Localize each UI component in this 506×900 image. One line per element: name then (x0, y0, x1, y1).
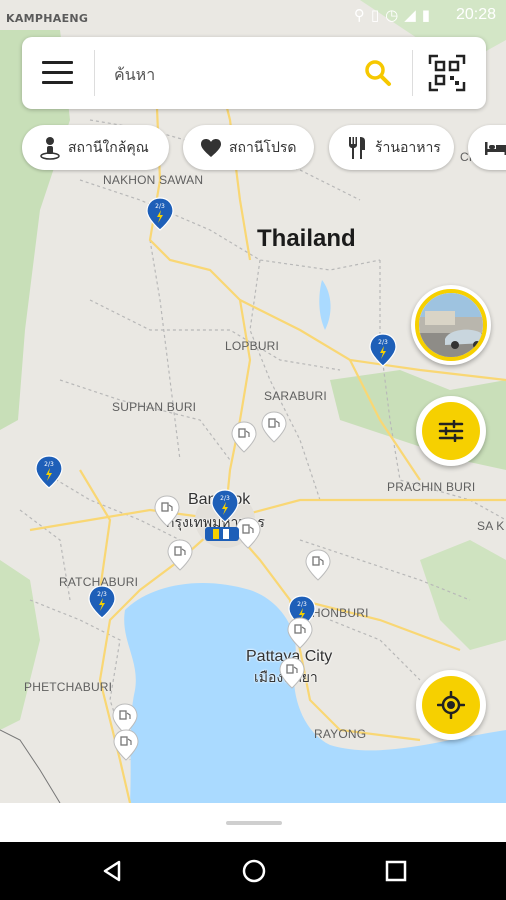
menu-icon-line (42, 81, 73, 84)
chip-favorite-stations[interactable]: สถานีโปรด (183, 125, 314, 170)
station-cluster[interactable] (205, 527, 239, 541)
station-photo-button[interactable] (411, 285, 491, 365)
station-pin[interactable] (279, 657, 305, 689)
signal-icon: ◢ (404, 6, 422, 24)
charger-pin[interactable] (146, 197, 174, 231)
divider (412, 50, 413, 96)
station-pin[interactable] (305, 549, 331, 581)
back-icon[interactable] (100, 859, 124, 883)
station-pin[interactable] (113, 729, 139, 761)
divider (94, 50, 95, 96)
menu-icon-line (42, 71, 73, 74)
tune-icon (422, 402, 480, 460)
charger-pin[interactable] (369, 333, 397, 367)
station-pin[interactable] (112, 703, 138, 735)
charger-pin[interactable] (35, 455, 63, 489)
search-icon (365, 60, 391, 86)
restaurant-icon (343, 136, 371, 160)
search-bar (22, 37, 486, 109)
qr-scan-button[interactable] (427, 53, 467, 93)
station-pin[interactable] (167, 539, 193, 571)
chip-nearby-stations[interactable]: สถานีใกล้คุณ (22, 125, 169, 170)
chip-restaurants[interactable]: ร้านอาหาร (329, 125, 454, 170)
status-carrier: KAMPHAENG (6, 12, 89, 25)
drag-handle[interactable] (226, 821, 282, 825)
filter-button[interactable] (416, 396, 486, 466)
status-time: 20:28 (455, 6, 496, 23)
menu-button[interactable] (22, 37, 94, 109)
qr-code-icon (428, 54, 466, 92)
menu-icon (42, 61, 73, 64)
recents-icon[interactable] (385, 860, 407, 882)
chip-label: สถานีโปรด (229, 139, 297, 156)
system-nav-bar (0, 842, 506, 900)
gps-crosshair-icon (422, 676, 480, 734)
vibrate-icon: ▯ (370, 6, 386, 24)
charger-pin[interactable] (88, 585, 116, 619)
charger-pin[interactable] (211, 489, 239, 523)
location-icon: ⚲ (353, 6, 371, 24)
station-pin[interactable] (231, 421, 257, 453)
station-pin[interactable] (235, 517, 261, 549)
status-icons: ⚲▯◷◢▮ (354, 6, 436, 24)
heart-icon (197, 136, 225, 160)
chip-label: สถานีใกล้คุณ (68, 139, 149, 156)
chip-label: ร้านอาหาร (375, 139, 441, 156)
home-icon[interactable] (241, 858, 267, 884)
alarm-icon: ◷ (385, 6, 405, 24)
station-pin[interactable] (154, 495, 180, 527)
search-button[interactable] (362, 57, 394, 89)
search-input[interactable] (112, 60, 356, 88)
station-pin[interactable] (287, 617, 313, 649)
hotel-icon (482, 136, 506, 160)
my-location-button[interactable] (416, 670, 486, 740)
chip-hotels[interactable] (468, 125, 506, 170)
station-pin[interactable] (261, 411, 287, 443)
battery-icon: ▮ (421, 6, 436, 24)
status-bar: KAMPHAENG ⚲▯◷◢▮ 20:28 (0, 0, 506, 32)
station-photo (415, 289, 487, 361)
bottom-sheet[interactable] (0, 803, 506, 842)
person-pin-icon (36, 136, 64, 160)
